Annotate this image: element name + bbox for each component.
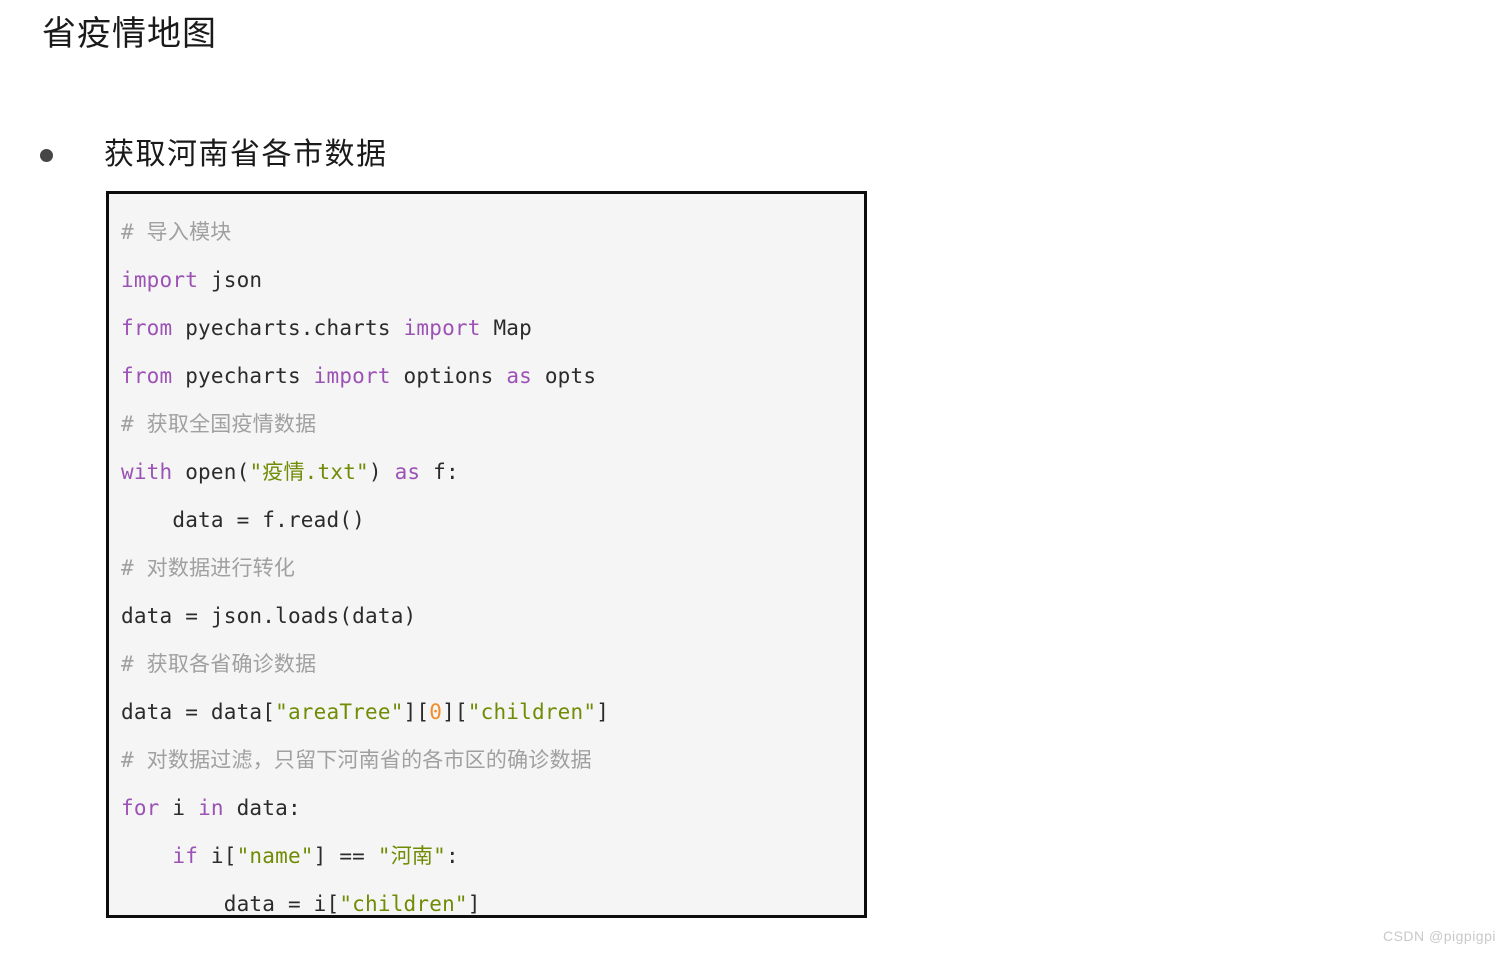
slide-page: 省疫情地图 获取河南省各市数据 # 导入模块 import json from py… (0, 0, 1512, 960)
bullet-item-label: 获取河南省各市数据 (104, 138, 388, 171)
code-line: data = f.read() (121, 496, 864, 544)
code-token-plain: ] (596, 700, 610, 724)
code-token-kw: in (198, 796, 224, 820)
code-token-comment: # 对数据进行转化 (121, 556, 296, 580)
code-token-kw: from (121, 316, 173, 340)
code-line: data = json.loads(data) (121, 592, 864, 640)
code-token-plain: ] == (313, 844, 378, 868)
code-line: data = i["children"] (121, 880, 864, 916)
code-token-str: "疫情.txt" (249, 460, 369, 484)
code-line: for i in data: (121, 784, 864, 832)
code-token-str: "areaTree" (275, 700, 404, 724)
code-token-kw: as (506, 364, 532, 388)
code-token-kw: import (313, 364, 391, 388)
code-token-str: "children" (467, 700, 597, 724)
code-token-comment: # 对数据过滤，只留下河南省的各市区的确诊数据 (121, 748, 592, 772)
code-token-comment: # 获取各省确诊数据 (121, 652, 317, 676)
code-token-plain: f: (420, 460, 459, 484)
code-token-plain: data = data[ (121, 700, 276, 724)
code-line: import json (121, 256, 864, 304)
code-line: # 对数据进行转化 (121, 544, 864, 592)
code-token-plain: data: (223, 796, 301, 820)
code-token-plain: open( (172, 460, 250, 484)
code-token-kw: import (121, 268, 199, 292)
code-token-plain: : (445, 844, 459, 868)
code-token-plain: data = json.loads(data) (121, 604, 417, 628)
code-token-plain: data = i[ (121, 892, 340, 916)
code-line: from pyecharts import options as opts (121, 352, 864, 400)
code-line: # 导入模块 (121, 208, 864, 256)
code-line: # 对数据过滤，只留下河南省的各市区的确诊数据 (121, 736, 864, 784)
code-line: with open("疫情.txt") as f: (121, 448, 864, 496)
code-token-kw: if (172, 844, 199, 868)
code-token-plain: ][ (403, 700, 430, 724)
bullet-item: 获取河南省各市数据 (40, 132, 388, 178)
code-block[interactable]: # 导入模块 import json from pyecharts.charts i… (106, 191, 867, 918)
code-token-plain: data = f.read() (121, 508, 366, 532)
code-token-kw: with (121, 460, 173, 484)
code-token-plain: options (390, 364, 507, 388)
code-line: data = data["areaTree"][0]["children"] (121, 688, 864, 736)
code-token-comment: # 导入模块 (121, 220, 232, 244)
code-token-plain: i (159, 796, 199, 820)
code-token-kw: for (121, 796, 160, 820)
code-token-plain: ] (467, 892, 481, 916)
filled-circle-bullet-icon (40, 148, 53, 162)
code-token-kw: as (394, 460, 421, 484)
code-token-plain: ) (368, 460, 395, 484)
code-line: from pyecharts.charts import Map (121, 304, 864, 352)
code-token-num: 0 (429, 700, 443, 724)
code-token-kw: from (121, 364, 173, 388)
code-token-comment: # 获取全国疫情数据 (121, 412, 317, 436)
watermark: CSDN @pigpigpi (1382, 928, 1496, 944)
code-token-plain: i[ (198, 844, 237, 868)
code-token-plain: opts (532, 364, 597, 388)
code-token-plain: Map (480, 316, 532, 340)
code-token-str: "河南" (377, 844, 446, 868)
code-token-plain: pyecharts (172, 364, 314, 388)
code-token-plain: pyecharts.charts (172, 316, 404, 340)
page-title: 省疫情地图 (42, 16, 217, 53)
code-line: # 获取各省确诊数据 (121, 640, 864, 688)
code-token-plain: ][ (442, 700, 468, 724)
code-token-str: "name" (236, 844, 314, 868)
code-token-str: "children" (339, 892, 468, 916)
code-line: # 获取全国疫情数据 (121, 400, 864, 448)
code-token-kw: import (403, 316, 481, 340)
code-token-plain: json (198, 268, 263, 292)
code-line: if i["name"] == "河南": (121, 832, 864, 880)
